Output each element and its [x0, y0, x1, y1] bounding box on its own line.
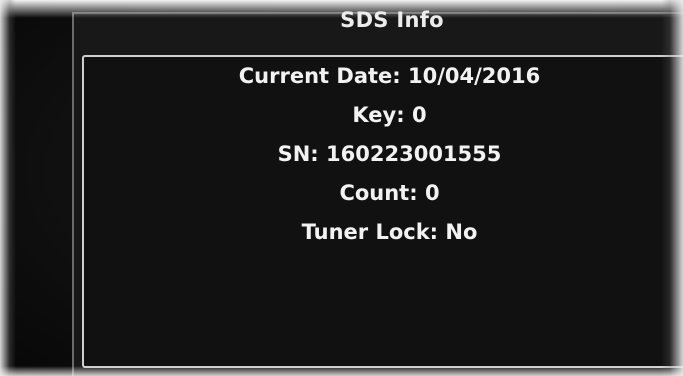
sn-value: 160223001555 [326, 142, 502, 166]
count-label: Count: [339, 181, 418, 205]
tuner-lock-label: Tuner Lock: [301, 220, 439, 244]
count-value: 0 [424, 181, 440, 205]
current-date-label: Current Date: [238, 64, 401, 88]
info-row-current-date: Current Date: 10/04/2016 [82, 60, 683, 99]
info-row-sn: SN: 160223001555 [82, 138, 683, 177]
info-row-key: Key: 0 [82, 99, 683, 138]
info-list: Current Date: 10/04/2016 Key: 0 SN: 1602… [82, 60, 683, 255]
sn-label: SN: [277, 142, 319, 166]
info-row-tuner-lock: Tuner Lock: No [82, 216, 683, 255]
screen-glare-right [661, 0, 683, 376]
key-value: 0 [411, 103, 427, 127]
info-row-count: Count: 0 [82, 177, 683, 216]
key-label: Key: [352, 103, 405, 127]
current-date-value: 10/04/2016 [407, 64, 541, 88]
screen-glare-bottom [0, 366, 683, 376]
tuner-lock-value: No [445, 220, 478, 244]
screen-glare-left [0, 0, 16, 376]
screen-glare-top [0, 0, 683, 18]
